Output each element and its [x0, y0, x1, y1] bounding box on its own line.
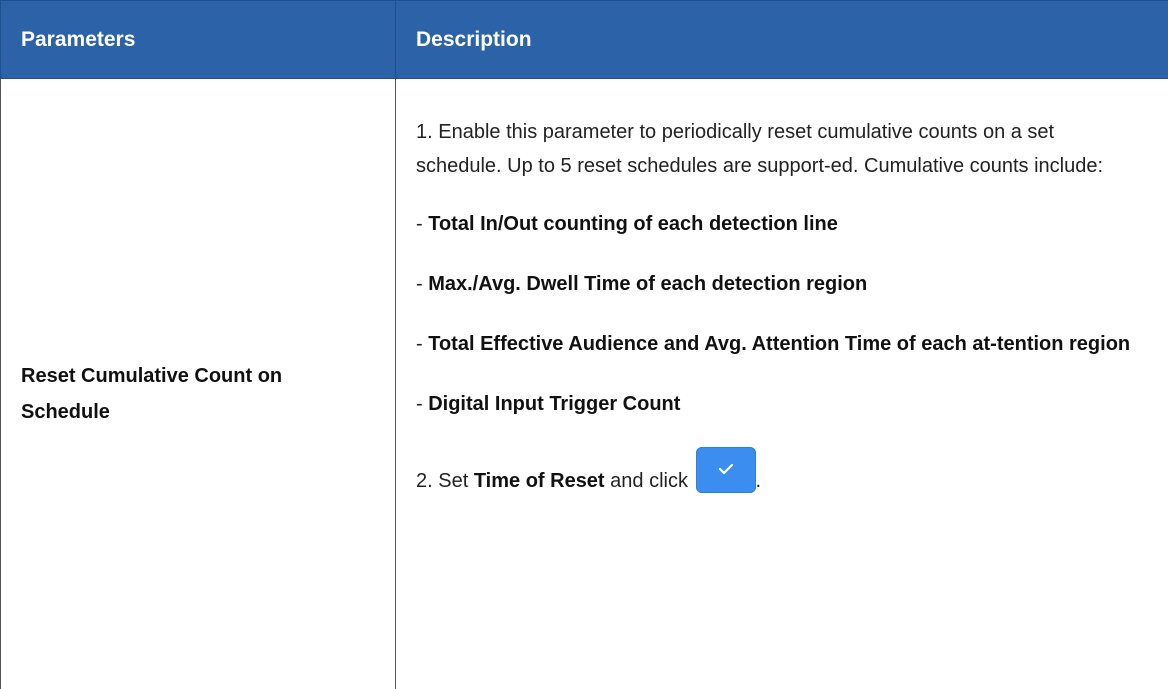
- bullet-text: Digital Input Trigger Count: [428, 393, 681, 415]
- bullet-prefix: -: [416, 213, 429, 235]
- table-header-row: Parameters Description: [0, 0, 1168, 79]
- document-page: Parameters Description Reset Cumulative …: [0, 0, 1168, 689]
- description-step-2: 2. Set Time of Reset and click .: [416, 447, 1144, 498]
- header-description: Description: [395, 0, 1168, 79]
- description-item-1: 1. Enable this parameter to periodically…: [416, 121, 1104, 177]
- parameter-cell: Reset Cumulative Count on Schedule: [0, 78, 396, 689]
- parameters-table: Parameters Description Reset Cumulative …: [0, 0, 1168, 689]
- bullet-item: - Max./Avg. Dwell Time of each detection…: [416, 267, 1144, 301]
- bullet-text: Total Effective Audience and Avg. Attent…: [428, 333, 1131, 355]
- bullet-prefix: -: [416, 273, 429, 295]
- parameter-name: Reset Cumulative Count on Schedule: [21, 365, 283, 424]
- step2-middle: and click: [604, 470, 694, 492]
- table-row: Reset Cumulative Count on Schedule 1. En…: [0, 78, 1168, 689]
- bullet-item: - Digital Input Trigger Count: [416, 387, 1144, 421]
- bullet-prefix: -: [416, 393, 429, 415]
- bullet-item: - Total Effective Audience and Avg. Atte…: [416, 327, 1144, 361]
- time-of-reset-label: Time of Reset: [473, 470, 605, 492]
- description-cell: 1. Enable this parameter to periodically…: [395, 78, 1168, 689]
- bullet-item: - Total In/Out counting of each detectio…: [416, 207, 1144, 241]
- step2-prefix: 2. Set: [416, 470, 474, 492]
- bullet-text: Total In/Out counting of each detection …: [428, 213, 838, 235]
- bullet-prefix: -: [416, 333, 429, 355]
- checkmark-icon: [718, 463, 733, 475]
- step2-suffix: .: [755, 470, 762, 492]
- confirm-button[interactable]: [695, 447, 756, 493]
- header-parameters: Parameters: [0, 0, 396, 79]
- bullet-text: Max./Avg. Dwell Time of each detection r…: [428, 273, 868, 295]
